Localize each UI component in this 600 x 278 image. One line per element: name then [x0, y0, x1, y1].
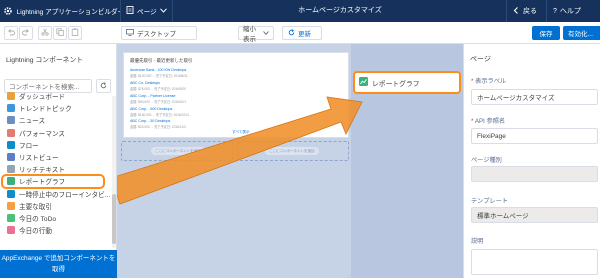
component-label: リストビュー — [19, 155, 59, 163]
list-view-icon — [7, 153, 15, 162]
tasks-icon — [7, 213, 15, 222]
events-icon — [7, 226, 15, 235]
back-arrow-icon — [513, 6, 520, 16]
properties-panel: ページ * 表示ラベル ホームページカスタマイズ * API 参照名 Flexi… — [463, 44, 600, 278]
performance-icon — [7, 128, 15, 137]
appexchange-label-line1: AppExchange で追加コンポーネントを — [1, 255, 116, 262]
news-icon — [7, 116, 15, 125]
display-mode-value: 縮小表示 — [243, 26, 256, 43]
page-menu-label: ページ — [137, 9, 157, 16]
component-panel: Lightning コンポーネント コンポーネントを検索... ダッシュボード … — [0, 44, 117, 278]
report-chart-icon — [7, 177, 15, 186]
component-label: 今日の行動 — [19, 228, 52, 236]
component-label: リッチテキスト — [19, 167, 65, 175]
label-field-label: * 表示ラベル — [471, 78, 507, 85]
component-item-paused-flow-interviews[interactable]: 一時停止中のフローインタビ... — [0, 188, 112, 200]
redo-button[interactable] — [19, 26, 33, 40]
cut-icon — [41, 28, 49, 38]
paused-flow-icon — [7, 189, 15, 198]
help-button[interactable]: ? ヘルプ — [546, 0, 600, 22]
template-label: テンプレート — [471, 198, 508, 205]
label-field-input[interactable]: ホームページカスタマイズ — [471, 89, 598, 105]
component-label: パフォーマンス — [19, 130, 66, 138]
display-mode-select[interactable]: 縮小表示 — [238, 26, 274, 43]
form-factor-value: デスクトップ — [137, 31, 176, 38]
component-panel-title: Lightning コンポーネント — [6, 57, 84, 64]
component-label: 今日の ToDo — [19, 215, 57, 223]
component-item-todays-events[interactable]: 今日の行動 — [0, 224, 112, 236]
key-deals-icon — [7, 201, 15, 210]
dropped-component-label: レポートグラフ — [372, 80, 420, 88]
arrow-shape — [117, 96, 363, 205]
dashboard-icon — [7, 92, 15, 101]
component-label: 主要な取引 — [19, 203, 52, 211]
app-builder-title: Lightning アプリケーションビルダー — [0, 0, 121, 22]
component-item-flow[interactable]: フロー — [0, 139, 112, 151]
page-canvas: 最優先取引 - 最近更新した取引 American Bank - 100 KW … — [117, 44, 463, 278]
component-label: フロー — [19, 142, 39, 150]
api-name-field-label: * API 参照名 — [471, 118, 506, 125]
desktop-icon — [126, 28, 134, 38]
description-textarea[interactable] — [471, 249, 598, 275]
component-item-report-chart[interactable]: レポートグラフ — [1, 174, 105, 189]
component-label: 一時停止中のフローインタビ... — [19, 191, 111, 199]
component-item-dashboard[interactable]: ダッシュボード — [0, 90, 112, 102]
copy-icon — [56, 28, 64, 38]
component-item-trending-topics[interactable]: トレンドトピック — [0, 102, 112, 114]
form-factor-select[interactable]: デスクトップ — [121, 26, 197, 40]
component-item-key-deals[interactable]: 主要な取引 — [0, 200, 112, 212]
flow-icon — [7, 140, 15, 149]
save-button[interactable]: 保存 — [532, 26, 560, 40]
properties-title: ページ — [470, 56, 491, 63]
refresh-button[interactable]: 更新 — [282, 26, 322, 40]
rich-text-icon — [7, 165, 15, 174]
activate-button[interactable]: 有効化... — [563, 26, 600, 40]
component-list-scrollbar[interactable] — [112, 96, 116, 248]
dropped-report-chart[interactable]: レポートグラフ — [353, 71, 461, 94]
refresh-icon — [288, 28, 295, 38]
back-button[interactable]: 戻る — [506, 0, 546, 22]
api-name-input[interactable]: FlexiPage — [471, 128, 598, 144]
page-title: ホームページカスタマイズ — [298, 7, 382, 14]
paste-icon — [71, 28, 79, 38]
component-item-news[interactable]: ニュース — [0, 114, 112, 126]
copy-button[interactable] — [53, 26, 67, 40]
toolbar: デスクトップ 縮小表示 更新 保存 有効化... — [0, 22, 600, 44]
report-chart-icon — [359, 77, 368, 88]
component-list: ダッシュボード トレンドトピック ニュース パフォーマンス フロー リストビュー… — [0, 90, 112, 244]
app-name: Lightning アプリケーションビルダー — [16, 9, 120, 16]
undo-button[interactable] — [4, 26, 18, 40]
refresh-label: 更新 — [298, 31, 311, 38]
back-label: 戻る — [523, 8, 537, 15]
help-icon: ? — [553, 7, 557, 15]
appexchange-label-line2: 取得 — [52, 266, 65, 273]
gear-icon[interactable] — [3, 6, 14, 17]
page-icon — [126, 6, 134, 16]
appexchange-button[interactable]: AppExchange で追加コンポーネントを 取得 — [0, 250, 117, 278]
component-label: レポートグラフ — [19, 179, 66, 187]
description-label: 説明 — [471, 238, 484, 245]
cut-button[interactable] — [38, 26, 52, 40]
chevron-down-icon — [263, 30, 269, 37]
component-label: ダッシュボード — [19, 94, 66, 102]
paste-button[interactable] — [68, 26, 82, 40]
trending-topics-icon — [7, 104, 15, 113]
component-item-list-view[interactable]: リストビュー — [0, 151, 112, 163]
component-item-todays-tasks[interactable]: 今日の ToDo — [0, 212, 112, 224]
component-label: トレンドトピック — [19, 106, 72, 114]
template-value: 標準ホームページ — [471, 207, 598, 223]
page-type-value — [471, 166, 598, 182]
top-bar: Lightning アプリケーションビルダー ページ ホームページカスタマイズ … — [0, 0, 600, 22]
help-label: ヘルプ — [559, 8, 581, 15]
page-menu[interactable]: ページ — [121, 0, 173, 22]
page-type-label: ページ種別 — [471, 157, 502, 164]
scrollbar-thumb[interactable] — [112, 194, 116, 244]
component-item-rich-text[interactable]: リッチテキスト — [0, 163, 112, 175]
component-label: ニュース — [19, 118, 46, 126]
chevron-down-icon — [159, 7, 167, 15]
redo-icon — [22, 28, 30, 38]
component-item-performance[interactable]: パフォーマンス — [0, 127, 112, 139]
undo-icon — [7, 28, 15, 38]
